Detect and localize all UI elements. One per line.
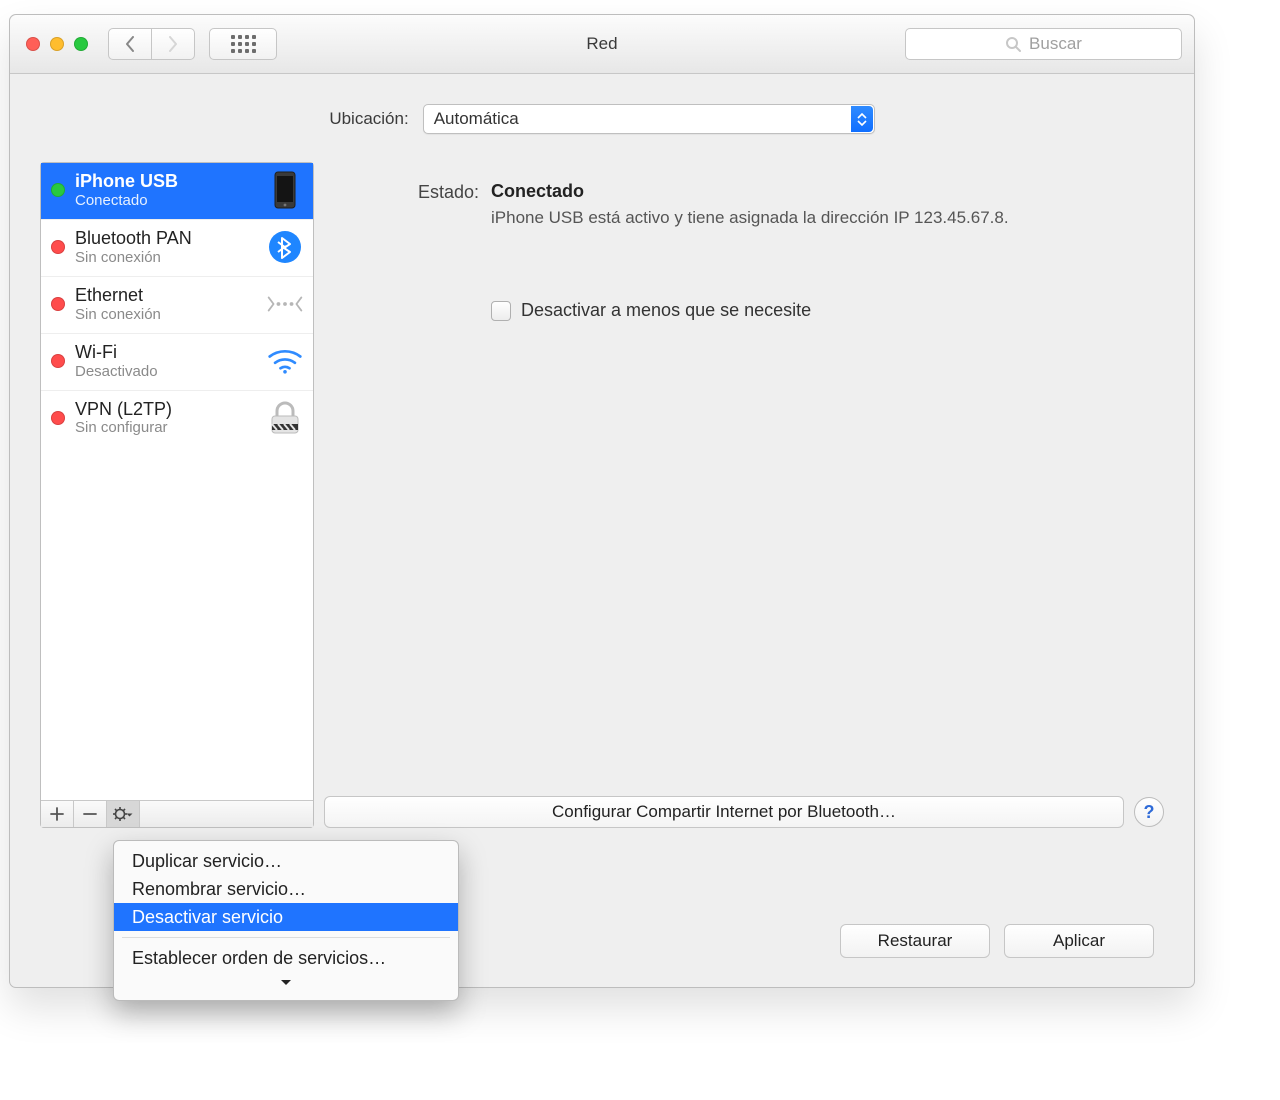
service-item-iphone-usb[interactable]: iPhone USB Conectado [41, 163, 313, 220]
service-list: iPhone USB Conectado Bluetooth PAN [41, 163, 313, 800]
disable-unless-needed-checkbox[interactable] [491, 301, 511, 321]
menu-item-duplicate-service[interactable]: Duplicar servicio… [114, 847, 458, 875]
menu-item-deactivate-service[interactable]: Desactivar servicio [114, 903, 458, 931]
service-text: VPN (L2TP) Sin configurar [75, 399, 257, 437]
window-controls [26, 37, 88, 51]
gear-icon [113, 807, 133, 821]
close-icon[interactable] [26, 37, 40, 51]
show-all-button[interactable] [209, 28, 277, 60]
help-button[interactable]: ? [1134, 797, 1164, 827]
service-item-vpn[interactable]: VPN (L2TP) Sin configurar [41, 391, 313, 447]
location-row: Ubicación: Automática [10, 104, 1194, 134]
actions-popup-menu: Duplicar servicio… Renombrar servicio… D… [113, 840, 459, 1001]
service-status: Sin conexión [75, 306, 257, 323]
service-status: Sin conexión [75, 249, 257, 266]
forward-button[interactable] [152, 28, 195, 60]
disable-unless-needed-row: Desactivar a menos que se necesite [491, 300, 1153, 321]
status-description: iPhone USB está activo y tiene asignada … [491, 208, 1011, 228]
service-item-bluetooth-pan[interactable]: Bluetooth PAN Sin conexión [41, 220, 313, 277]
detail-bottom: Configurar Compartir Internet por Blueto… [324, 796, 1164, 828]
back-button[interactable] [108, 28, 152, 60]
lock-icon [267, 400, 303, 436]
search-icon [1005, 36, 1021, 52]
menu-more-indicator[interactable] [114, 972, 458, 994]
nav-segmented [108, 28, 195, 60]
search-placeholder: Buscar [1029, 34, 1082, 54]
status-dot-icon [51, 183, 65, 197]
minimize-icon[interactable] [50, 37, 64, 51]
sidebar-footer [41, 800, 313, 827]
service-name: Bluetooth PAN [75, 228, 257, 249]
disable-unless-needed-label: Desactivar a menos que se necesite [521, 300, 811, 321]
service-name: iPhone USB [75, 171, 257, 192]
restore-button[interactable]: Restaurar [840, 924, 990, 958]
menu-item-set-service-order[interactable]: Establecer orden de servicios… [114, 944, 458, 972]
status-value: Conectado [491, 181, 1153, 202]
location-label: Ubicación: [329, 109, 408, 129]
service-item-ethernet[interactable]: Ethernet Sin conexión [41, 277, 313, 334]
service-text: Bluetooth PAN Sin conexión [75, 228, 257, 266]
service-name: Ethernet [75, 285, 257, 306]
actions-menu-button[interactable] [107, 801, 140, 827]
add-service-button[interactable] [41, 801, 74, 827]
service-status: Sin configurar [75, 419, 257, 436]
service-text: iPhone USB Conectado [75, 171, 257, 209]
status-dot-icon [51, 240, 65, 254]
status-dot-icon [51, 297, 65, 311]
remove-service-button[interactable] [74, 801, 107, 827]
service-status: Desactivado [75, 363, 257, 380]
status-row: Estado: Conectado iPhone USB está activo… [337, 181, 1153, 228]
service-item-wifi[interactable]: Wi-Fi Desactivado [41, 334, 313, 391]
wifi-icon [267, 343, 303, 379]
location-value: Automática [434, 109, 519, 129]
status-dot-icon [51, 354, 65, 368]
bluetooth-icon [267, 229, 303, 265]
chevron-down-icon [280, 979, 292, 987]
iphone-icon [267, 172, 303, 208]
service-sidebar: iPhone USB Conectado Bluetooth PAN [40, 162, 314, 828]
bottom-bar: Restaurar Aplicar [840, 924, 1154, 958]
titlebar: Red Buscar [10, 15, 1194, 74]
service-status: Conectado [75, 192, 257, 209]
menu-item-rename-service[interactable]: Renombrar servicio… [114, 875, 458, 903]
location-select[interactable]: Automática [423, 104, 875, 134]
chevrons-icon [851, 106, 873, 132]
service-name: VPN (L2TP) [75, 399, 257, 420]
service-text: Ethernet Sin conexión [75, 285, 257, 323]
zoom-icon[interactable] [74, 37, 88, 51]
status-dot-icon [51, 411, 65, 425]
menu-separator [122, 937, 450, 938]
grid-icon [231, 35, 256, 53]
service-name: Wi-Fi [75, 342, 257, 363]
ethernet-icon [267, 286, 303, 322]
detail-panel: Estado: Conectado iPhone USB está activo… [326, 162, 1164, 828]
apply-button[interactable]: Aplicar [1004, 924, 1154, 958]
configure-bluetooth-sharing-button[interactable]: Configurar Compartir Internet por Blueto… [324, 796, 1124, 828]
content-columns: iPhone USB Conectado Bluetooth PAN [40, 162, 1164, 828]
service-text: Wi-Fi Desactivado [75, 342, 257, 380]
status-label: Estado: [337, 181, 479, 228]
search-field[interactable]: Buscar [905, 28, 1182, 60]
